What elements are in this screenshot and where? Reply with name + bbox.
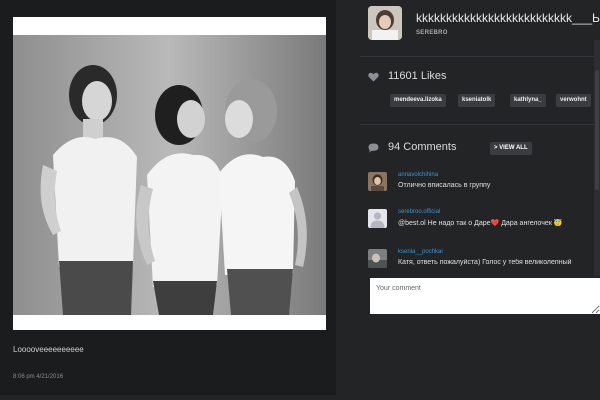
scrollbar[interactable]	[594, 40, 600, 276]
account-name[interactable]: SEREBRO	[416, 30, 448, 36]
post-photo-frame	[13, 17, 326, 330]
avatar[interactable]	[368, 249, 387, 268]
comment-item: ksenia__pochkai Катя, ответь пожалуйста)…	[368, 249, 600, 275]
liker-tag[interactable]: kathlyna_	[510, 94, 546, 107]
comments-count: 94 Comments	[388, 141, 457, 153]
post-username[interactable]: kkkkkkkkkkkkkkkkkkkkkkkkkk___Ы	[416, 11, 600, 25]
scrollbar-thumb[interactable]	[595, 70, 599, 190]
avatar[interactable]	[368, 172, 387, 191]
speech-bubble-icon	[368, 143, 379, 153]
heart-icon[interactable]	[368, 72, 379, 82]
avatar[interactable]	[368, 209, 387, 228]
comment-username[interactable]: ksenia__pochkai	[398, 249, 443, 255]
liker-tag[interactable]: mendeeva.lizoka	[390, 94, 446, 107]
post-details-panel: kkkkkkkkkkkkkkkkkkkkkkkkkk___Ы SEREBRO 1…	[360, 0, 600, 400]
divider	[360, 56, 600, 57]
comment-text: Отлично вписалась в группу	[398, 182, 491, 189]
comment-text: @best.ol Не надо так о Даре❤️ Дара ангел…	[398, 220, 563, 227]
comment-item: serebroo.official @best.ol Не надо так о…	[368, 209, 600, 235]
liker-tag[interactable]: kseniatolk	[458, 94, 496, 107]
post-caption: Looooveeeeeeeeee	[13, 345, 84, 354]
likes-count: 11601 Likes	[388, 70, 447, 82]
comment-text: Катя, ответь пожалуйста) Голос у тебя ве…	[398, 259, 572, 266]
post-photo[interactable]	[13, 35, 326, 315]
divider	[360, 124, 600, 125]
comment-username[interactable]: annavolchihina	[398, 172, 438, 178]
post-header: kkkkkkkkkkkkkkkkkkkkkkkkkk___Ы SEREBRO	[368, 6, 600, 40]
avatar[interactable]	[368, 6, 402, 40]
comment-item: annavolchihina Отлично вписалась в групп…	[368, 172, 600, 198]
comment-input[interactable]	[370, 278, 600, 314]
liker-tag[interactable]: verwohnt	[556, 94, 591, 107]
post-timestamp: 8:06 pm 4/21/2016	[13, 374, 64, 380]
post-card: Looooveeeeeeeeee 8:06 pm 4/21/2016	[0, 0, 336, 395]
comment-username[interactable]: serebroo.official	[398, 209, 440, 215]
view-all-button[interactable]: > VIEW ALL	[490, 142, 532, 155]
